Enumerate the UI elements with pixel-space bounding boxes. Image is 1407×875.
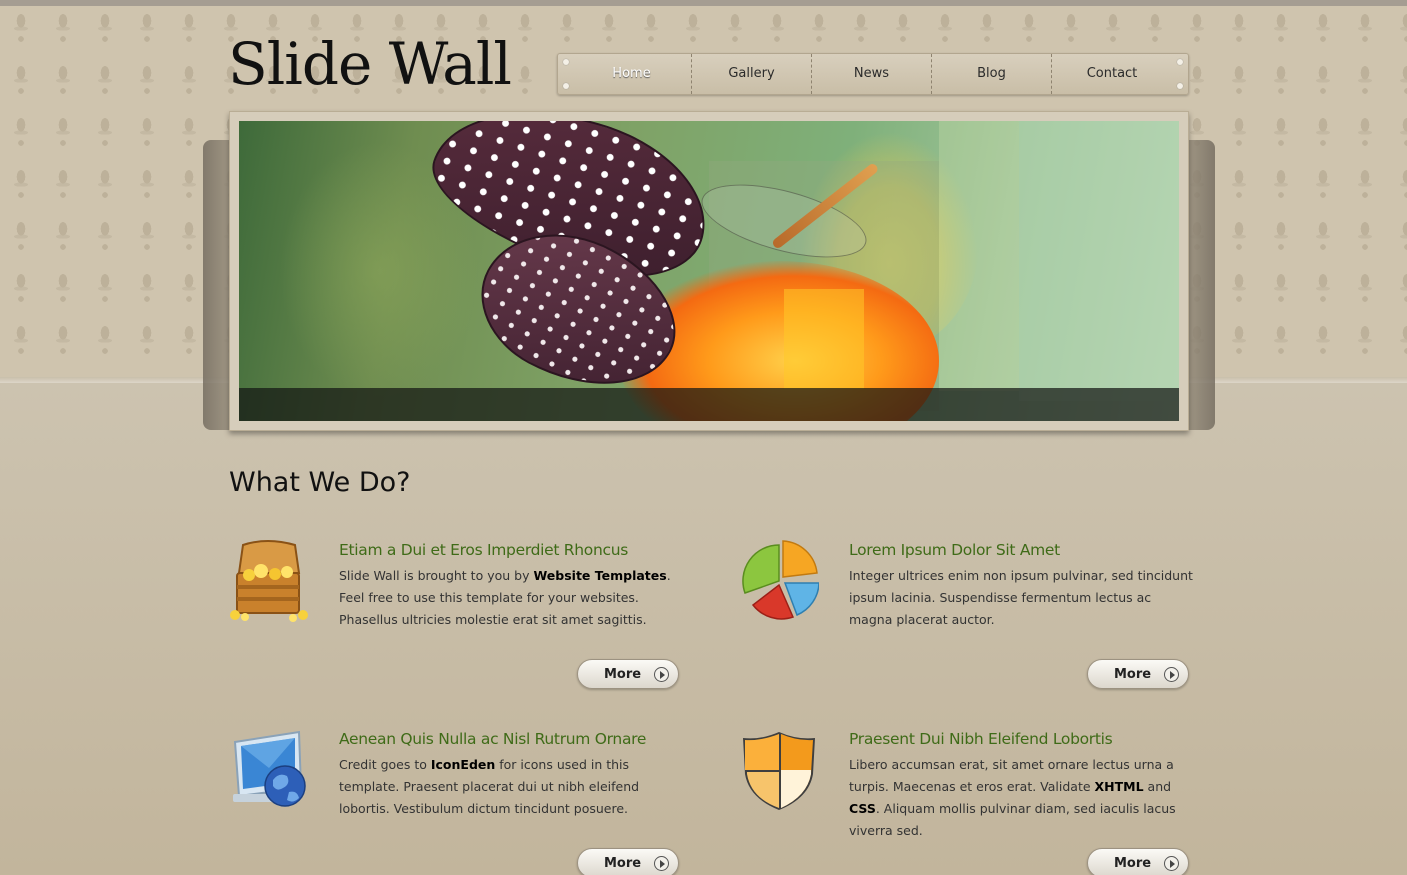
- feature-text: Slide Wall is brought to you by Website …: [339, 568, 671, 627]
- nav-item-news[interactable]: News: [812, 54, 932, 94]
- rivet-icon: [563, 83, 569, 89]
- nav-item-blog[interactable]: Blog: [932, 54, 1052, 94]
- more-label: More: [1114, 667, 1152, 682]
- shield-icon: [743, 732, 815, 810]
- feature-card: Etiam a Dui et Eros Imperdiet Rhoncus Sl…: [229, 539, 689, 699]
- rivet-icon: [1177, 59, 1183, 65]
- rivet-icon: [1177, 83, 1183, 89]
- section-title: What We Do?: [229, 467, 411, 498]
- slide-transition-tile: [1019, 121, 1179, 401]
- nav-item-contact[interactable]: Contact: [1052, 54, 1172, 94]
- rivet-icon: [563, 59, 569, 65]
- feature-title[interactable]: Aenean Quis Nulla ac Nisl Rutrum Ornare: [339, 730, 646, 748]
- iconeden-link[interactable]: IconEden: [431, 757, 495, 772]
- feature-title[interactable]: Lorem Ipsum Dolor Sit Amet: [849, 541, 1060, 559]
- feature-text: Integer ultrices enim non ipsum pulvinar…: [849, 568, 1193, 627]
- feature-card: Praesent Dui Nibh Eleifend Lobortis Libe…: [739, 728, 1199, 875]
- feature-text: Credit goes to IconEden for icons used i…: [339, 757, 640, 816]
- more-button[interactable]: More: [1087, 848, 1189, 875]
- feature-card: Lorem Ipsum Dolor Sit Amet Integer ultri…: [739, 539, 1199, 699]
- arrow-right-icon: [1164, 856, 1179, 871]
- slider-caption-bar: [239, 388, 1179, 421]
- more-label: More: [604, 856, 642, 871]
- arrow-right-icon: [654, 667, 669, 682]
- nav-item-home[interactable]: Home: [572, 54, 692, 94]
- slide-transition-tile: [784, 289, 864, 389]
- monitor-globe-icon: [233, 730, 306, 807]
- site-logo[interactable]: Slide Wall: [228, 30, 512, 98]
- pie-chart-icon: [742, 540, 819, 620]
- xhtml-link[interactable]: XHTML: [1095, 779, 1144, 794]
- css-link[interactable]: CSS: [849, 801, 876, 816]
- more-button[interactable]: More: [577, 848, 679, 875]
- top-strip: [0, 0, 1407, 6]
- slider-image[interactable]: [239, 121, 1179, 421]
- slide-transition-tile: [939, 121, 1019, 391]
- nav-item-gallery[interactable]: Gallery: [692, 54, 812, 94]
- website-templates-link[interactable]: Website Templates: [533, 568, 666, 583]
- feature-text: Libero accumsan erat, sit amet ornare le…: [849, 757, 1176, 838]
- treasure-chest-icon: [230, 540, 308, 622]
- arrow-right-icon: [1164, 667, 1179, 682]
- more-button[interactable]: More: [1087, 659, 1189, 689]
- more-label: More: [604, 667, 642, 682]
- more-label: More: [1114, 856, 1152, 871]
- arrow-right-icon: [654, 856, 669, 871]
- main-nav: Home Gallery News Blog Contact: [557, 53, 1189, 95]
- feature-title[interactable]: Praesent Dui Nibh Eleifend Lobortis: [849, 730, 1113, 748]
- feature-title[interactable]: Etiam a Dui et Eros Imperdiet Rhoncus: [339, 541, 628, 559]
- feature-card: Aenean Quis Nulla ac Nisl Rutrum Ornare …: [229, 728, 689, 875]
- butterfly-image: [409, 121, 727, 420]
- more-button[interactable]: More: [577, 659, 679, 689]
